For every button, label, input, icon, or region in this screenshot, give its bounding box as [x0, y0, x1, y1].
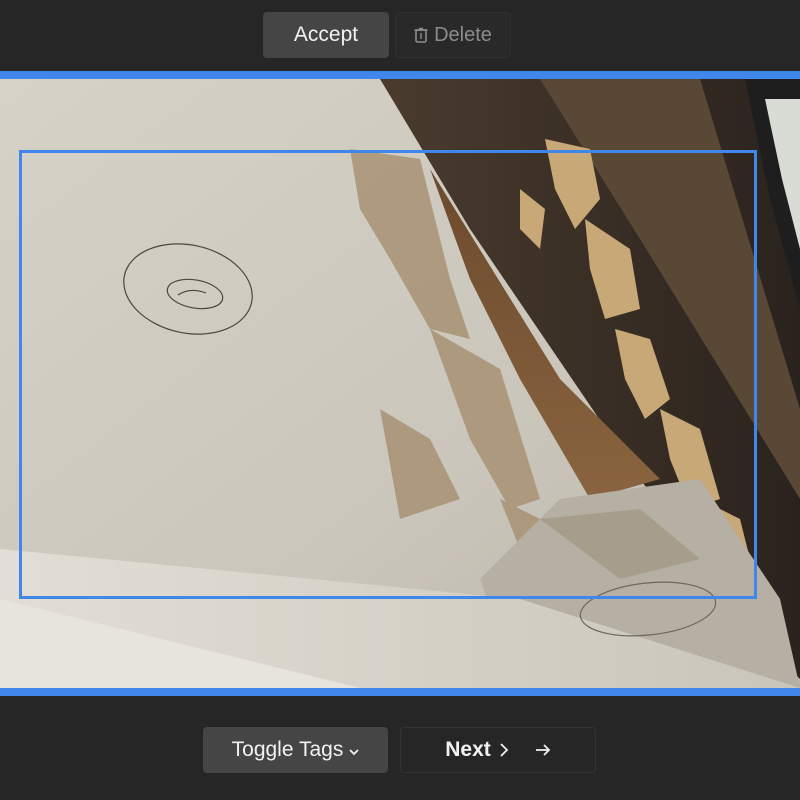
toggle-tags-label: Toggle Tags [231, 738, 344, 761]
chevron-down-icon [349, 738, 359, 762]
chevron-right-icon [499, 742, 509, 758]
accept-button[interactable]: Accept [263, 12, 389, 58]
toggle-tags-button[interactable]: Toggle Tags [203, 727, 388, 773]
delete-label: Delete [434, 23, 492, 46]
next-button[interactable]: Next [400, 727, 596, 773]
trash-icon [414, 27, 428, 43]
top-toolbar: Accept Delete [0, 0, 800, 71]
bottom-toolbar: Toggle Tags Next [0, 696, 800, 800]
next-label: Next [445, 738, 491, 761]
image-viewport[interactable] [0, 71, 800, 696]
annotation-app: Accept Delete Toggle Tags Next [0, 0, 800, 800]
arrow-right-icon [535, 743, 551, 757]
accept-label: Accept [293, 23, 359, 46]
delete-button[interactable]: Delete [395, 12, 511, 58]
bounding-box[interactable] [19, 150, 757, 599]
